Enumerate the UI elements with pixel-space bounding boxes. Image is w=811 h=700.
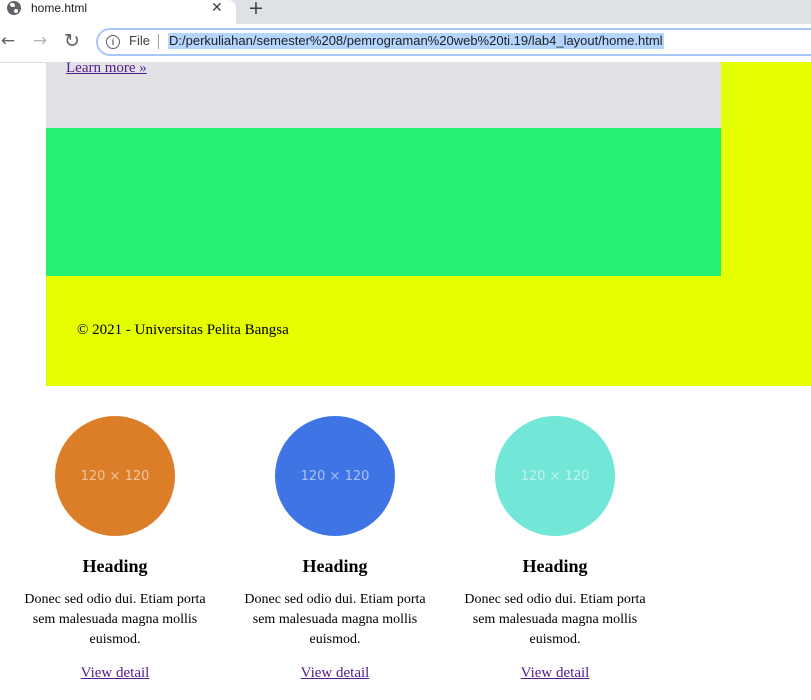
info-icon[interactable]: i: [106, 35, 120, 49]
address-bar[interactable]: i File D:/perkuliahan/semester%208/pemro…: [96, 28, 811, 56]
view-detail-link[interactable]: View detail: [521, 665, 590, 682]
footer-copyright: © 2021 - Universitas Pelita Bangsa: [77, 322, 289, 338]
column-heading: Heading: [522, 556, 588, 576]
learn-more-link[interactable]: Learn more »: [66, 60, 147, 77]
footer: © 2021 - Universitas Pelita Bangsa: [46, 276, 811, 386]
column-heading: Heading: [82, 556, 148, 576]
divider: [158, 34, 159, 49]
feature-column: 120 × 120 Heading Donec sed odio dui. Et…: [240, 416, 430, 682]
placeholder-image: 120 × 120: [55, 416, 175, 536]
back-button[interactable]: ←: [0, 31, 18, 51]
placeholder-image: 120 × 120: [275, 416, 395, 536]
browser-tab[interactable]: home.html ✕: [0, 0, 236, 24]
column-text: Donec sed odio dui. Etiam porta sem male…: [464, 592, 646, 647]
green-content-block: [46, 128, 721, 276]
view-detail-link[interactable]: View detail: [81, 665, 150, 682]
feature-column: 120 × 120 Heading Donec sed odio dui. Et…: [460, 416, 650, 682]
yellow-sidebar-block: [721, 62, 811, 276]
globe-icon: [7, 1, 21, 15]
forward-button[interactable]: →: [30, 31, 50, 51]
jumbotron: Learn more »: [46, 60, 721, 128]
tab-strip: home.html ✕ +: [0, 0, 811, 24]
view-detail-link[interactable]: View detail: [301, 665, 370, 682]
new-tab-button[interactable]: +: [248, 0, 264, 19]
browser-toolbar: ← → ↻ i File D:/perkuliahan/semester%208…: [0, 24, 811, 63]
tab-title: home.html: [31, 1, 88, 15]
reload-button[interactable]: ↻: [62, 31, 82, 51]
placeholder-label: 120 × 120: [300, 468, 370, 484]
feature-column: 120 × 120 Heading Donec sed odio dui. Et…: [20, 416, 210, 682]
column-heading: Heading: [302, 556, 368, 576]
column-text: Donec sed odio dui. Etiam porta sem male…: [24, 592, 206, 647]
close-icon[interactable]: ✕: [211, 0, 223, 18]
url-text[interactable]: D:/perkuliahan/semester%208/pemrograman%…: [168, 33, 664, 49]
placeholder-label: 120 × 120: [80, 468, 150, 484]
column-text: Donec sed odio dui. Etiam porta sem male…: [244, 592, 426, 647]
file-label: File: [129, 33, 150, 48]
placeholder-image: 120 × 120: [495, 416, 615, 536]
placeholder-label: 120 × 120: [520, 468, 590, 484]
